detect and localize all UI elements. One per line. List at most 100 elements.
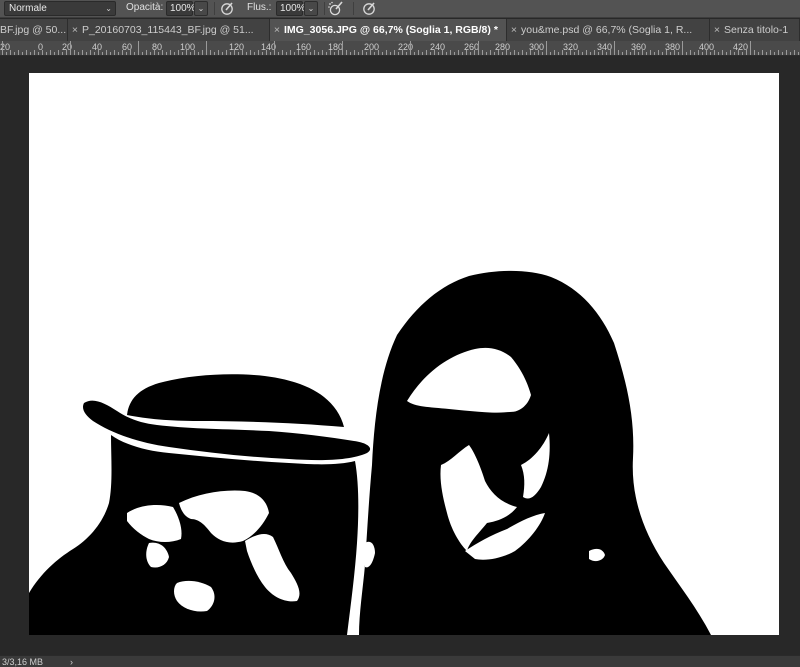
ruler-tick (174, 52, 175, 55)
chevron-down-icon: ⌄ (105, 4, 112, 13)
tab-senza-titolo[interactable]: × Senza titolo-1 (710, 19, 800, 41)
ruler-tick (194, 50, 195, 55)
ruler-tick (682, 41, 683, 55)
ruler-tick (734, 52, 735, 55)
ruler-tick (178, 50, 179, 55)
ruler-tick (118, 52, 119, 55)
ruler-tick (22, 52, 23, 55)
ruler-tick (34, 50, 35, 55)
ruler-tick (462, 52, 463, 55)
blend-mode-select[interactable]: Normale ⌄ (4, 1, 116, 16)
ruler-tick (218, 50, 219, 55)
ruler-tick (694, 52, 695, 55)
ruler-tick (650, 50, 651, 55)
ruler-tick (618, 50, 619, 55)
close-icon[interactable]: × (68, 19, 82, 41)
ruler-tick (670, 52, 671, 55)
status-menu-arrow[interactable]: › (70, 656, 73, 667)
ruler-tick (610, 50, 611, 55)
pressure-opacity-icon[interactable] (218, 0, 236, 17)
ruler-tick (518, 52, 519, 55)
tab-label: BF.jpg @ 50... (0, 24, 67, 36)
ruler-tick (566, 52, 567, 55)
ruler-tick (422, 52, 423, 55)
ruler-tick (314, 50, 315, 55)
ruler-tick (358, 52, 359, 55)
ruler-tick (498, 50, 499, 55)
tab-img-3056[interactable]: × IMG_3056.JPG @ 66,7% (Soglia 1, RGB/8) … (270, 19, 507, 41)
ruler-tick (322, 50, 323, 55)
pressure-size-icon[interactable] (360, 0, 378, 17)
ruler-tick (142, 52, 143, 55)
ruler-tick (718, 52, 719, 55)
ruler-tick (14, 52, 15, 55)
document-size: 3/3,16 MB (2, 657, 44, 667)
ruler-tick (454, 52, 455, 55)
ruler-tick (750, 41, 751, 55)
tab-label: P_20160703_115443_BF.jpg @ 51... (82, 24, 254, 36)
ruler-tick (306, 50, 307, 55)
ruler-tick (642, 50, 643, 55)
document-canvas[interactable] (29, 73, 779, 635)
ruler-tick (214, 52, 215, 55)
ruler-tick (398, 52, 399, 55)
ruler-tick (334, 52, 335, 55)
ruler-tick (390, 52, 391, 55)
ruler-tick (126, 52, 127, 55)
horizontal-ruler[interactable]: 20 0 20 40 60 80 100 120 140 160 180 200… (0, 41, 800, 56)
photoshop-window: Normale ⌄ Opacità: 100% ⌄ Flus.: 100% ⌄ … (0, 0, 800, 667)
ruler-tick (338, 50, 339, 55)
ruler-tick (198, 52, 199, 55)
ruler-tick (558, 52, 559, 55)
ruler-tick (554, 50, 555, 55)
tab-you-and-me-psd[interactable]: × you&me.psd @ 66,7% (Soglia 1, R... (507, 19, 710, 41)
close-icon[interactable]: × (270, 19, 284, 41)
ruler-tick (146, 50, 147, 55)
ruler-tick (378, 50, 379, 55)
tab-bf-jpg[interactable]: BF.jpg @ 50... (0, 19, 68, 41)
flow-field[interactable]: 100% (276, 1, 306, 16)
ruler-tick (710, 52, 711, 55)
ruler-tick (434, 50, 435, 55)
ruler-tick (450, 50, 451, 55)
ruler-tick (42, 50, 43, 55)
ruler-tick (370, 50, 371, 55)
tab-p-20160703[interactable]: × P_20160703_115443_BF.jpg @ 51... (68, 19, 270, 41)
ruler-tick (658, 50, 659, 55)
ruler-tick (654, 52, 655, 55)
ruler-tick (114, 50, 115, 55)
ruler-tick (510, 52, 511, 55)
ruler-tick (238, 52, 239, 55)
ruler-tick (374, 52, 375, 55)
ruler-tick (630, 52, 631, 55)
ruler-tick (70, 41, 71, 55)
close-icon[interactable]: × (710, 19, 724, 41)
ruler-tick (282, 50, 283, 55)
ruler-tick (270, 52, 271, 55)
ruler-tick (274, 41, 275, 55)
ruler-tick (666, 50, 667, 55)
close-icon[interactable]: × (507, 19, 521, 41)
ruler-tick (38, 52, 39, 55)
ruler-tick (782, 52, 783, 55)
ruler-tick (414, 52, 415, 55)
ruler-tick (494, 52, 495, 55)
ruler-tick (86, 52, 87, 55)
ruler-tick (98, 50, 99, 55)
ruler-tick (110, 52, 111, 55)
options-bar: Normale ⌄ Opacità: 100% ⌄ Flus.: 100% ⌄ (0, 0, 800, 18)
ruler-tick (514, 50, 515, 55)
ruler-tick (458, 50, 459, 55)
ruler-tick (762, 50, 763, 55)
ruler-tick (542, 52, 543, 55)
flow-dropdown-button[interactable]: ⌄ (304, 1, 318, 16)
ruler-tick (330, 50, 331, 55)
ruler-tick (574, 52, 575, 55)
opacity-field[interactable]: 100% (166, 1, 196, 16)
blend-mode-value: Normale (9, 3, 47, 14)
airbrush-icon[interactable] (327, 0, 345, 17)
ruler-tick (26, 50, 27, 55)
opacity-dropdown-button[interactable]: ⌄ (194, 1, 208, 16)
ruler-tick (298, 50, 299, 55)
ruler-tick (58, 50, 59, 55)
